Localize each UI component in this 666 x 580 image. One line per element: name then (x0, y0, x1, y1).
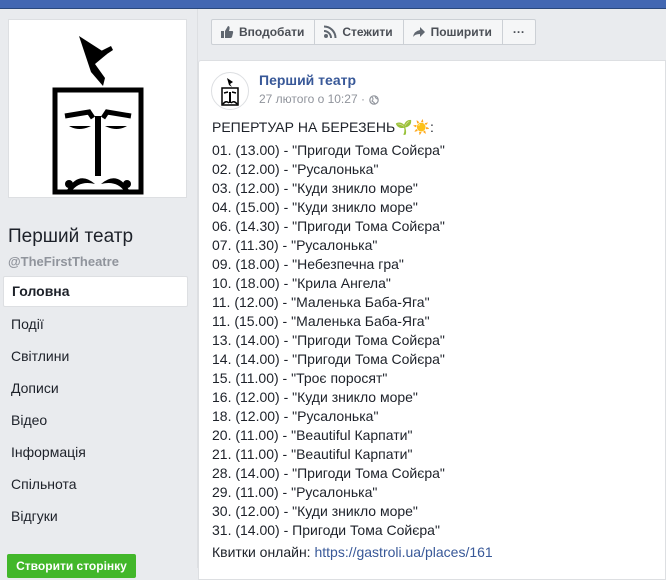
repertoire-item: 01. (13.00) - "Пригоди Тома Сойєра" (212, 142, 445, 158)
thumbs-up-icon (220, 25, 234, 39)
repertoire-item: 30. (12.00) - "Куди зникло море" (212, 503, 418, 519)
post-timestamp[interactable]: 27 лютого о 10:27 · (259, 92, 365, 106)
share-button-label: Поширити (430, 25, 492, 39)
page-handle[interactable]: @TheFirstTheatre (8, 254, 119, 269)
sidebar-item-videos[interactable]: Відео (3, 404, 188, 436)
repertoire-item: 10. (18.00) - "Крила Ангела" (212, 275, 391, 291)
globe-icon (369, 94, 379, 105)
more-options-icon: ··· (512, 25, 525, 39)
page-profile-picture[interactable] (8, 19, 187, 198)
sidebar-item-community[interactable]: Спільнота (3, 468, 188, 500)
sidebar-item-photos[interactable]: Світлини (3, 340, 188, 372)
page-navigation: Головна Події Світлини Дописи Відео Інфо… (3, 276, 188, 532)
rss-icon (323, 25, 337, 39)
repertoire-item: 18. (12.00) - "Русалонька" (212, 408, 379, 424)
more-options-button[interactable]: ··· (501, 19, 536, 45)
repertoire-item: 21. (11.00) - "Beautiful Карпати" (212, 446, 413, 462)
page-name[interactable]: Перший театр (8, 226, 133, 248)
repertoire-item: 16. (12.00) - "Куди зникло море" (212, 389, 418, 405)
page-sidebar: Перший театр @TheFirstTheatre Головна По… (0, 9, 197, 578)
repertoire-list: 01. (13.00) - "Пригоди Тома Сойєра" 02. (… (212, 141, 493, 540)
repertoire-item: 11. (12.00) - "Маленька Баба-Яга" (212, 294, 430, 310)
repertoire-item: 28. (14.00) - "Пригоди Тома Сойєра" (212, 465, 445, 481)
repertoire-item: 29. (11.00) - "Русалонька" (212, 484, 378, 500)
repertoire-item: 07. (11.30) - "Русалонька" (212, 237, 378, 253)
post-title: РЕПЕРТУАР НА БЕРЕЗЕНЬ🌱☀️: (212, 119, 434, 135)
repertoire-item: 13. (14.00) - "Пригоди Тома Сойєра" (212, 332, 445, 348)
repertoire-item: 04. (15.00) - "Куди зникло море" (212, 199, 418, 215)
sidebar-item-events[interactable]: Події (3, 308, 188, 340)
post-meta: 27 лютого о 10:27 · (259, 92, 379, 106)
like-button-label: Вподобати (239, 25, 305, 39)
sidebar-item-about[interactable]: Інформація (3, 436, 188, 468)
repertoire-item: 31. (14.00) - Пригоди Тома Сойєра" (212, 522, 440, 538)
post-author[interactable]: Перший театр (259, 72, 356, 88)
theatre-logo (52, 36, 144, 195)
repertoire-item: 11. (15.00) - "Маленька Баба-Яга" (212, 313, 430, 329)
repertoire-item: 03. (12.00) - "Куди зникло море" (212, 180, 418, 196)
repertoire-item: 14. (14.00) - "Пригоди Тома Сойєра" (212, 351, 445, 367)
main-column: Вподобати Стежити Поширити ··· Перший те… (198, 9, 666, 580)
sidebar-item-reviews[interactable]: Відгуки (3, 500, 188, 532)
repertoire-item: 15. (11.00) - "Троє поросят" (212, 370, 388, 386)
post-content: РЕПЕРТУАР НА БЕРЕЗЕНЬ🌱☀️: 01. (13.00) - … (212, 117, 493, 562)
author-avatar[interactable] (211, 72, 249, 110)
follow-button[interactable]: Стежити (314, 19, 404, 45)
repertoire-item: 20. (11.00) - "Beautiful Карпати" (212, 427, 413, 443)
repertoire-item: 06. (14.30) - "Пригоди Тома Сойєра" (212, 218, 445, 234)
follow-button-label: Стежити (342, 25, 393, 39)
repertoire-item: 02. (12.00) - "Русалонька" (212, 161, 379, 177)
tickets-line: Квитки онлайн: https://gastroli.ua/place… (212, 543, 493, 562)
repertoire-item: 09. (18.00) - "Небезпечна гра" (212, 256, 404, 272)
tickets-link[interactable]: https://gastroli.ua/places/161 (314, 544, 492, 560)
sidebar-item-posts[interactable]: Дописи (3, 372, 188, 404)
sidebar-item-home[interactable]: Головна (3, 276, 188, 307)
tickets-label: Квитки онлайн: (212, 544, 311, 560)
page-action-bar: Вподобати Стежити Поширити ··· (211, 19, 536, 45)
share-arrow-icon (412, 25, 426, 39)
top-navigation-bar (0, 0, 666, 9)
post-card: Перший театр 27 лютого о 10:27 · РЕПЕРТУ… (198, 60, 666, 580)
share-button[interactable]: Поширити (402, 19, 503, 45)
create-page-button[interactable]: Створити сторінку (7, 554, 136, 578)
like-button[interactable]: Вподобати (211, 19, 316, 45)
